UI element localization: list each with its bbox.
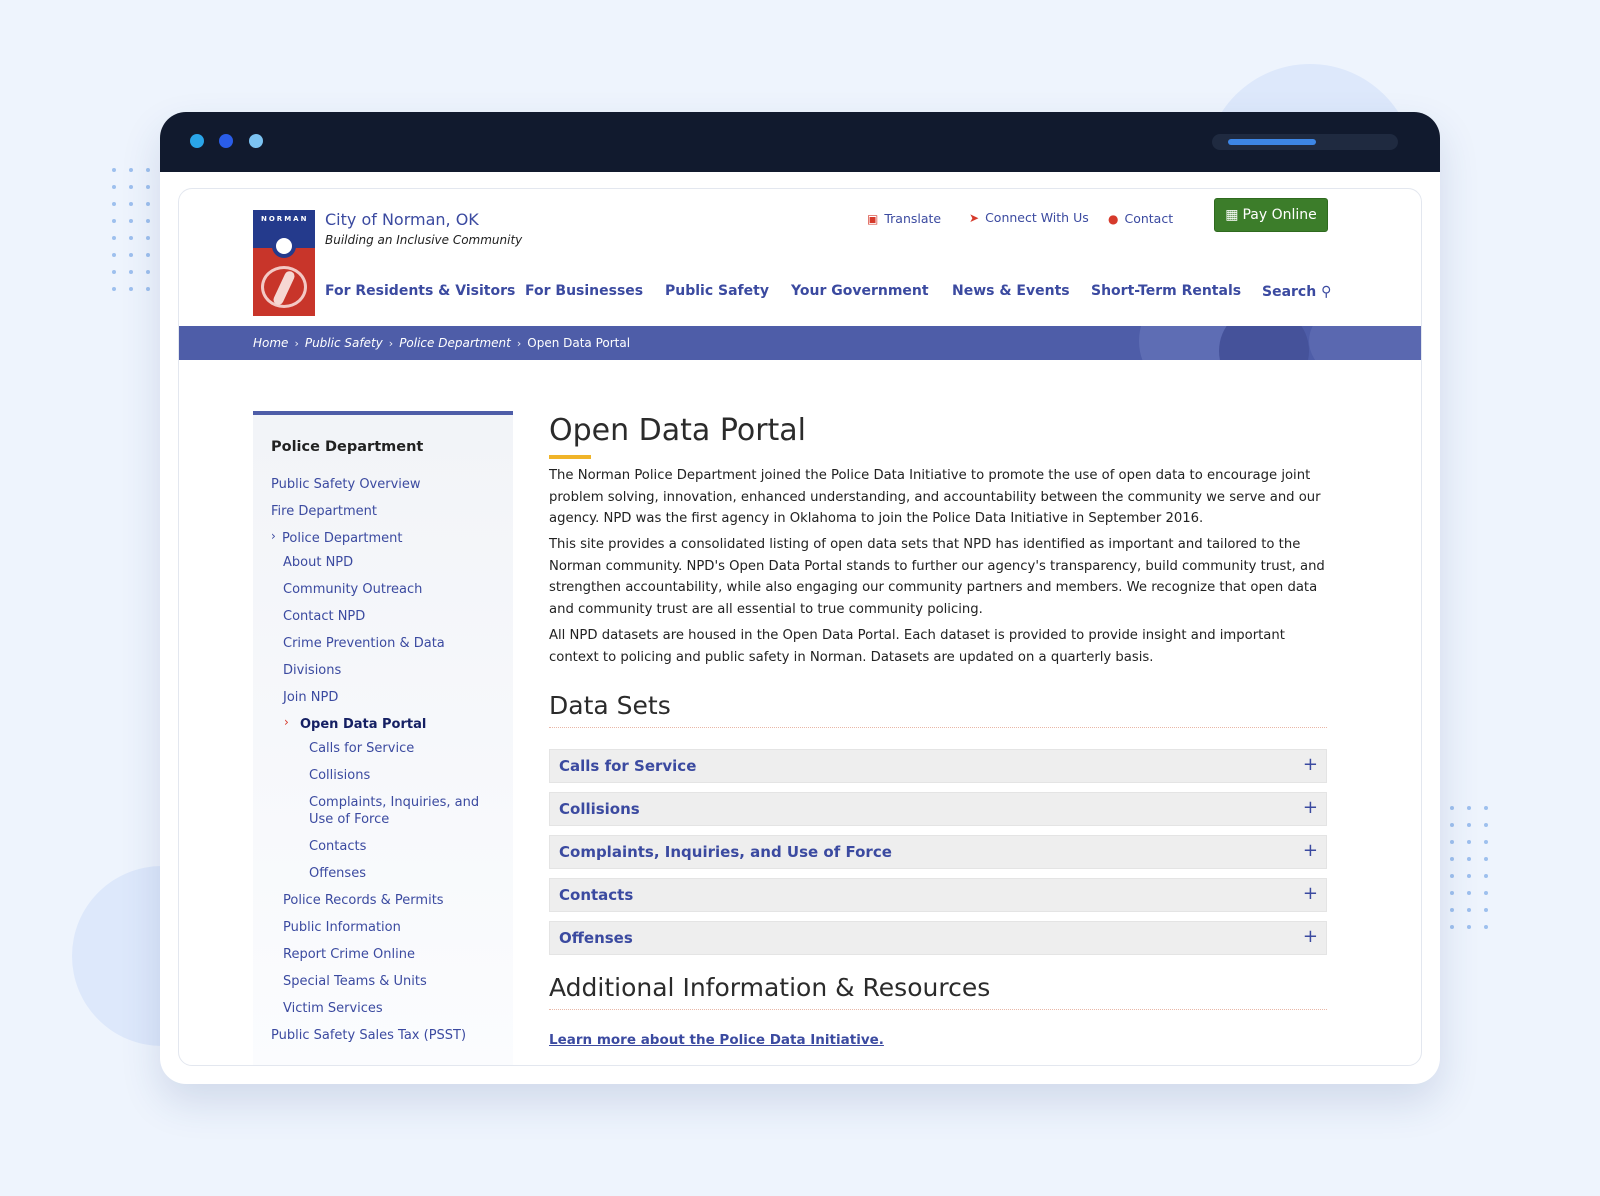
- accordion-offenses[interactable]: Offenses +: [549, 921, 1327, 955]
- browser-window: NORMAN City of Norman, OK Building an In…: [160, 112, 1440, 1084]
- sidebar-item-public-safety-overview[interactable]: Public Safety Overview: [271, 476, 421, 493]
- sidebar-item-open-data-portal[interactable]: Open Data Portal: [300, 716, 426, 733]
- sidebar-item-calls-for-service[interactable]: Calls for Service: [309, 740, 414, 757]
- chat-icon: ●: [1108, 211, 1119, 226]
- sidebar-item-psst[interactable]: Public Safety Sales Tax (PSST): [271, 1027, 466, 1044]
- nav-public-safety[interactable]: Public Safety: [665, 283, 769, 299]
- sidebar-item-special-teams[interactable]: Special Teams & Units: [283, 973, 427, 990]
- share-icon: ➤: [969, 210, 980, 225]
- chevron-right-icon: ›: [284, 715, 289, 729]
- resources-heading: Additional Information & Resources: [549, 973, 991, 1002]
- intro-paragraph-1: The Norman Police Department joined the …: [549, 468, 1321, 526]
- sidebar-item-police-department[interactable]: Police Department: [282, 530, 403, 547]
- web-page: NORMAN City of Norman, OK Building an In…: [178, 188, 1422, 1066]
- sidebar-item-complaints-line2[interactable]: Use of Force: [309, 811, 389, 828]
- sidebar-item-fire-department[interactable]: Fire Department: [271, 503, 377, 520]
- accordion-complaints[interactable]: Complaints, Inquiries, and Use of Force …: [549, 835, 1327, 869]
- plus-icon: +: [1302, 797, 1318, 818]
- site-name[interactable]: City of Norman, OK: [325, 210, 479, 229]
- title-underline: [549, 455, 591, 459]
- sidebar-item-victim-services[interactable]: Victim Services: [283, 1000, 383, 1017]
- window-titlebar: [160, 112, 1440, 172]
- chevron-right-icon: ›: [271, 529, 276, 543]
- heading-divider: [549, 1009, 1327, 1010]
- contact-link[interactable]: ● Contact: [1108, 211, 1173, 226]
- sidebar-item-report-crime-online[interactable]: Report Crime Online: [283, 946, 415, 963]
- main-nav: For Residents & Visitors For Businesses …: [325, 283, 1421, 305]
- chevron-right-icon: ›: [294, 336, 299, 350]
- sidebar-item-community-outreach[interactable]: Community Outreach: [283, 581, 422, 598]
- chevron-right-icon: ›: [388, 336, 394, 350]
- plus-icon: +: [1302, 926, 1318, 947]
- accordion-contacts[interactable]: Contacts +: [549, 878, 1327, 912]
- sidebar-item-police-records[interactable]: Police Records & Permits: [283, 892, 444, 909]
- nav-news-events[interactable]: News & Events: [952, 283, 1070, 299]
- address-bar[interactable]: [1212, 134, 1398, 150]
- sidebar-item-divisions[interactable]: Divisions: [283, 662, 341, 679]
- sidebar-item-crime-prevention[interactable]: Crime Prevention & Data: [283, 635, 445, 652]
- breadcrumb: Home › Public Safety › Police Department…: [253, 336, 630, 350]
- breadcrumb-bar: Home › Public Safety › Police Department…: [179, 326, 1421, 360]
- accordion-collisions[interactable]: Collisions +: [549, 792, 1327, 826]
- translate-icon: ▣: [867, 211, 879, 226]
- page-title: Open Data Portal: [549, 413, 807, 448]
- search-icon: ⚲: [1321, 284, 1332, 300]
- intro-paragraph-2: This site provides a consolidated listin…: [549, 537, 1325, 617]
- plus-icon: +: [1302, 840, 1318, 861]
- nav-search[interactable]: Search ⚲: [1262, 284, 1331, 300]
- plus-icon: +: [1302, 883, 1318, 904]
- chevron-right-icon: ›: [516, 336, 522, 350]
- address-bar-progress: [1228, 139, 1316, 145]
- sidebar-item-public-information[interactable]: Public Information: [283, 919, 401, 936]
- city-logo[interactable]: NORMAN: [253, 210, 315, 316]
- sidebar-item-complaints[interactable]: Complaints, Inquiries, and: [309, 794, 479, 811]
- nav-government[interactable]: Your Government: [791, 283, 929, 299]
- breadcrumb-public-safety[interactable]: Public Safety: [305, 336, 383, 350]
- site-tagline: Building an Inclusive Community: [325, 233, 523, 247]
- window-dot-1[interactable]: [190, 134, 204, 148]
- window-dot-2[interactable]: [219, 134, 233, 148]
- accordion-calls-for-service[interactable]: Calls for Service +: [549, 749, 1327, 783]
- connect-link[interactable]: ➤ Connect With Us: [969, 210, 1089, 225]
- intro-paragraph-3: All NPD datasets are housed in the Open …: [549, 628, 1285, 665]
- sidebar-nav: Police Department Public Safety Overview…: [253, 411, 513, 1065]
- document-icon: ▦: [1225, 207, 1239, 223]
- sidebar-item-join-npd[interactable]: Join NPD: [283, 689, 338, 706]
- background-dots-right: [1450, 806, 1488, 929]
- heading-divider: [549, 727, 1327, 728]
- background-dots-left: [112, 168, 150, 291]
- sidebar-item-contacts[interactable]: Contacts: [309, 838, 366, 855]
- plus-icon: +: [1302, 754, 1318, 775]
- breadcrumb-home[interactable]: Home: [253, 336, 288, 350]
- breadcrumb-police-department[interactable]: Police Department: [399, 336, 511, 350]
- window-dot-3[interactable]: [249, 134, 263, 148]
- sidebar-item-collisions[interactable]: Collisions: [309, 767, 370, 784]
- pay-online-button[interactable]: ▦ Pay Online: [1214, 198, 1328, 232]
- sidebar-item-about-npd[interactable]: About NPD: [283, 554, 353, 571]
- nav-residents[interactable]: For Residents & Visitors: [325, 283, 515, 299]
- nav-businesses[interactable]: For Businesses: [525, 283, 643, 299]
- breadcrumb-current: Open Data Portal: [527, 336, 631, 350]
- translate-link[interactable]: ▣ Translate: [867, 211, 941, 226]
- police-data-initiative-link[interactable]: Learn more about the Police Data Initiat…: [549, 1032, 884, 1048]
- datasets-heading: Data Sets: [549, 691, 671, 720]
- nav-short-term-rentals[interactable]: Short-Term Rentals: [1091, 283, 1241, 299]
- sidebar-item-contact-npd[interactable]: Contact NPD: [283, 608, 365, 625]
- sidebar-item-offenses[interactable]: Offenses: [309, 865, 366, 882]
- sidebar-title: Police Department: [271, 439, 424, 455]
